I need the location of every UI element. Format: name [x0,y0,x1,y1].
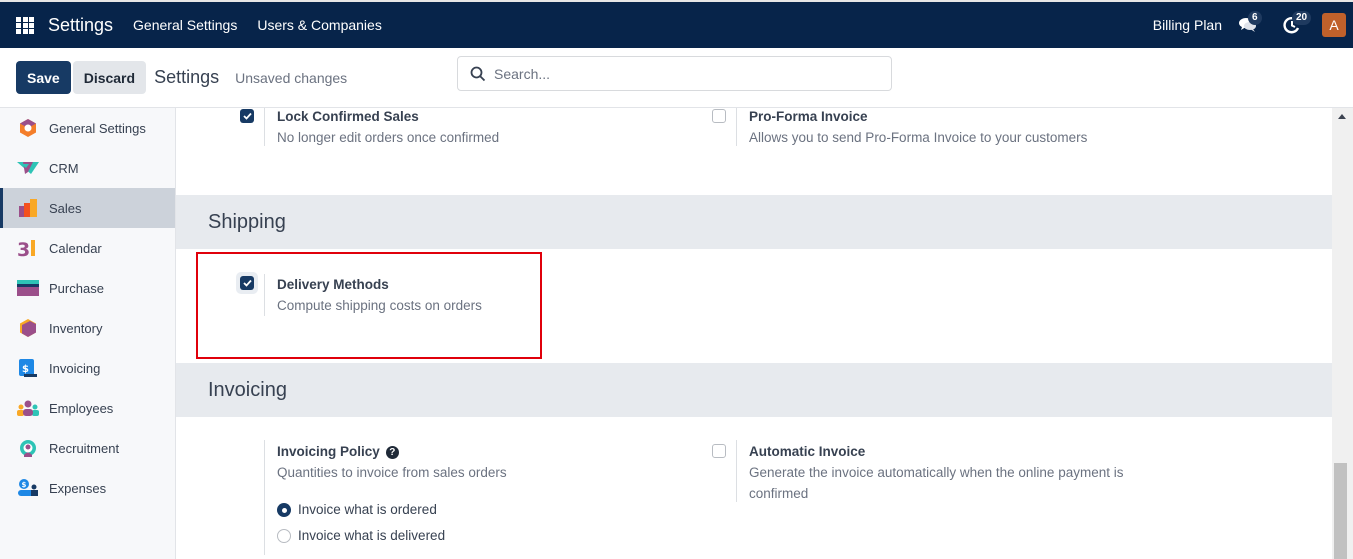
sidebar-item-label: General Settings [49,120,146,136]
setting-description: Generate the invoice automatically when … [749,465,1124,501]
sidebar-item-label: Purchase [49,280,104,296]
sidebar-item-crm[interactable]: CRM [0,148,175,188]
check-icon [242,279,252,287]
scrollbar-thumb[interactable] [1334,463,1347,559]
setting-title: Automatic Invoice [749,444,866,459]
setting-divider [264,108,265,146]
setting-description: Compute shipping costs on orders [277,298,482,313]
setting-title: Delivery Methods [277,277,389,292]
delivery-methods-checkbox[interactable] [240,276,254,290]
pro-forma-invoice-checkbox[interactable] [712,109,726,123]
discard-button[interactable]: Discard [72,61,147,94]
messages-button[interactable]: 6 [1232,9,1264,41]
section-heading-shipping: Shipping [176,195,1332,249]
sidebar-item-calendar[interactable]: 3 Calendar [0,228,175,268]
settings-content: Lock Confirmed Sales No longer edit orde… [176,108,1332,559]
help-icon[interactable]: ? [385,446,399,459]
svg-text:$: $ [22,481,27,489]
user-avatar[interactable]: A [1322,13,1346,37]
section-heading-invoicing: Invoicing [176,363,1332,417]
recruitment-icon [17,437,39,459]
control-panel: Save Discard Settings Unsaved changes [0,48,1353,108]
activities-button[interactable]: 20 [1276,9,1312,41]
invoicing-policy-title: Invoicing Policy [277,444,380,459]
setting-description: No longer edit orders once confirmed [277,130,500,145]
app-title[interactable]: Settings [48,15,113,36]
sidebar-item-label: Recruitment [49,440,120,456]
save-button[interactable]: Save [16,61,71,94]
radio-label[interactable]: Invoice what is ordered [298,502,437,517]
menu-general-settings[interactable]: General Settings [133,17,237,33]
menu-users-companies[interactable]: Users & Companies [257,17,382,33]
setting-divider [736,108,737,146]
setting-title: Lock Confirmed Sales [277,109,419,124]
sidebar-item-sales[interactable]: Sales [0,188,175,228]
messages-count-badge: 6 [1248,11,1262,25]
search-icon [470,66,486,81]
expenses-icon: $ [17,477,39,499]
check-icon [242,112,252,120]
top-navbar: Settings General Settings Users & Compan… [0,0,1353,48]
calendar-icon: 3 [17,237,39,259]
breadcrumb-title: Settings [154,67,220,87]
search-input[interactable] [494,65,891,82]
setting-title: Pro-Forma Invoice [749,109,868,124]
general-settings-icon [17,117,39,139]
employees-icon [17,397,39,419]
sidebar-item-label: Employees [49,400,114,416]
sidebar-item-label: Invoicing [49,360,101,376]
sidebar-item-employees[interactable]: Employees [0,388,175,428]
sidebar-item-label: Sales [49,200,82,216]
scroll-up-arrow-icon[interactable] [1338,114,1346,119]
setting-title: Invoicing Policy? [277,444,399,459]
radio-invoice-delivered[interactable] [277,529,291,543]
sidebar-item-general-settings[interactable]: General Settings [0,108,175,148]
setting-description: Allows you to send Pro-Forma Invoice to … [749,130,1088,145]
svg-text:$: $ [22,364,29,375]
setting-description: Quantities to invoice from sales orders [277,465,507,480]
setting-divider [264,440,265,555]
svg-text:3: 3 [17,239,30,258]
purchase-icon [17,277,39,299]
sidebar-item-invoicing[interactable]: $ Invoicing [0,348,175,388]
sales-icon [17,197,39,219]
lock-confirmed-sales-checkbox[interactable] [240,109,254,123]
radio-label[interactable]: Invoice what is delivered [298,528,445,543]
settings-sidebar: General Settings CRM Sales 3 Calendar Pu… [0,108,176,559]
invoicing-icon: $ [17,357,39,379]
app-menu-icon[interactable] [16,17,34,34]
sidebar-item-label: CRM [49,160,79,176]
crm-icon [17,157,39,179]
activities-count-badge: 20 [1292,11,1312,25]
sidebar-item-label: Inventory [49,320,103,336]
content-scrollbar[interactable] [1332,108,1353,559]
unsaved-changes-status: Unsaved changes [235,69,348,86]
sidebar-item-purchase[interactable]: Purchase [0,268,175,308]
sidebar-item-inventory[interactable]: Inventory [0,308,175,348]
sidebar-item-expenses[interactable]: $ Expenses [0,468,175,508]
sidebar-item-recruitment[interactable]: Recruitment [0,428,175,468]
radio-invoice-ordered[interactable] [277,503,291,517]
setting-divider [736,440,737,502]
billing-plan-link[interactable]: Billing Plan [1153,17,1222,33]
automatic-invoice-checkbox[interactable] [712,444,726,458]
search-box[interactable] [457,56,892,91]
sidebar-item-label: Calendar [49,240,102,256]
sidebar-item-label: Expenses [49,480,107,496]
inventory-icon [17,317,39,339]
setting-divider [264,274,265,316]
